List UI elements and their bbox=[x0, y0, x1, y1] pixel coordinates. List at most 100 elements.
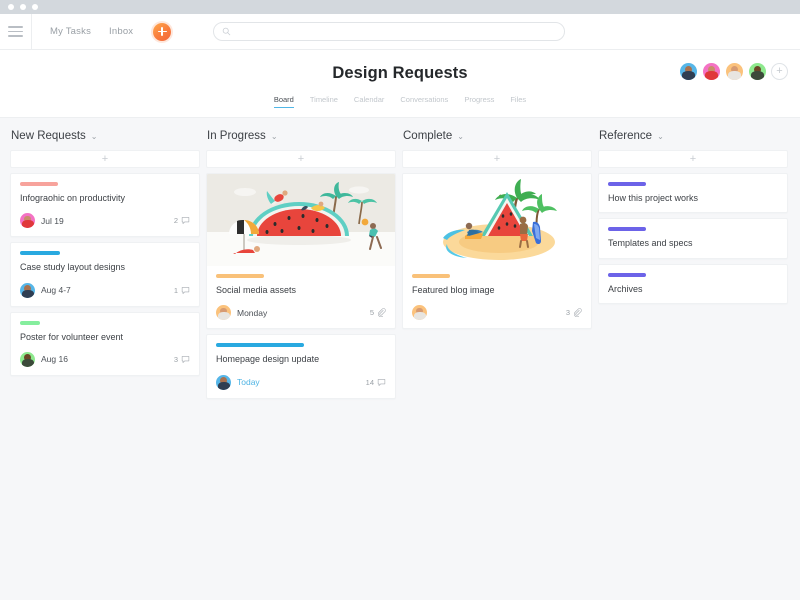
avatar[interactable] bbox=[748, 62, 767, 81]
comment-icon bbox=[181, 355, 190, 363]
tab-timeline[interactable]: Timeline bbox=[310, 95, 338, 108]
column-header[interactable]: New Requests ⌄ bbox=[10, 130, 200, 142]
board-column: In Progress ⌄ + Social media assets Monday 5 H… bbox=[206, 130, 396, 404]
avatar[interactable] bbox=[679, 62, 698, 81]
card-count-value: 5 bbox=[369, 308, 374, 318]
add-card-button[interactable]: + bbox=[206, 150, 396, 168]
nav-link-my-tasks[interactable]: My Tasks bbox=[50, 26, 91, 37]
add-card-button[interactable]: + bbox=[598, 150, 788, 168]
search-box[interactable] bbox=[213, 22, 566, 41]
card-title: Social media assets bbox=[216, 285, 297, 295]
card-count-value: 2 bbox=[173, 216, 178, 226]
card-tag bbox=[216, 343, 304, 348]
card-title: Case study layout designs bbox=[20, 262, 126, 273]
paperclip-icon bbox=[574, 308, 582, 318]
card-tag bbox=[608, 272, 646, 277]
avatar[interactable] bbox=[725, 62, 744, 81]
column-title: New Requests bbox=[11, 130, 86, 142]
member-avatars: + bbox=[679, 62, 788, 81]
card-illustration bbox=[207, 174, 395, 266]
task-card[interactable]: Infograohic on productivity Jul 19 2 bbox=[10, 173, 200, 238]
search-input[interactable] bbox=[231, 26, 557, 37]
tab-conversations[interactable]: Conversations bbox=[400, 95, 448, 108]
chevron-down-icon[interactable]: ⌄ bbox=[457, 132, 464, 141]
card-tag bbox=[608, 182, 646, 186]
card-due-date: Aug 16 bbox=[41, 354, 68, 365]
card-title: Infograohic on productivity bbox=[20, 193, 126, 203]
card-meta: Aug 4-7 1 bbox=[20, 282, 190, 298]
card-title: Featured blog image bbox=[412, 285, 495, 295]
card-count: 5 bbox=[369, 308, 386, 318]
comment-icon bbox=[377, 378, 386, 386]
task-card[interactable]: Poster for volunteer event Aug 16 3 bbox=[10, 311, 200, 376]
tab-progress[interactable]: Progress bbox=[464, 95, 494, 108]
tab-calendar[interactable]: Calendar bbox=[354, 95, 384, 108]
card-title: Homepage design update bbox=[216, 354, 320, 365]
kanban-board: New Requests ⌄ + Infograohic on productivit… bbox=[0, 118, 800, 404]
card-count-value: 3 bbox=[173, 354, 178, 364]
hamburger-icon bbox=[8, 26, 23, 37]
add-member-button[interactable]: + bbox=[771, 63, 788, 80]
card-tag bbox=[20, 320, 40, 325]
card-tag bbox=[216, 274, 264, 278]
card-meta: Monday 5 bbox=[216, 305, 386, 321]
window-close-dot[interactable] bbox=[8, 4, 14, 10]
avatar[interactable] bbox=[216, 305, 231, 321]
window-minimize-dot[interactable] bbox=[20, 4, 26, 10]
top-navigation-bar: My Tasks Inbox bbox=[0, 13, 800, 50]
nav-link-inbox[interactable]: Inbox bbox=[109, 26, 133, 37]
column-header[interactable]: Reference ⌄ bbox=[598, 130, 788, 142]
card-meta: Aug 16 3 bbox=[20, 351, 190, 367]
chevron-down-icon[interactable]: ⌄ bbox=[271, 132, 278, 141]
card-tag bbox=[20, 182, 58, 186]
avatar[interactable] bbox=[20, 213, 35, 229]
chevron-down-icon[interactable]: ⌄ bbox=[91, 132, 98, 141]
card-meta: Jul 19 2 bbox=[20, 213, 190, 229]
task-card[interactable]: Featured blog image 3 bbox=[402, 173, 592, 330]
column-header[interactable]: In Progress ⌄ bbox=[206, 130, 396, 142]
paperclip-icon bbox=[378, 308, 386, 318]
card-tag bbox=[412, 274, 450, 278]
add-card-button[interactable]: + bbox=[402, 150, 592, 168]
comment-icon bbox=[181, 286, 190, 294]
task-card[interactable]: How this project works bbox=[598, 173, 788, 214]
window-maximize-dot[interactable] bbox=[32, 4, 38, 10]
card-count-value: 14 bbox=[365, 377, 374, 387]
chevron-down-icon[interactable]: ⌄ bbox=[657, 132, 664, 141]
card-title: How this project works bbox=[608, 193, 699, 203]
watermelon-beach-illustration bbox=[207, 174, 395, 266]
card-title: Archives bbox=[608, 283, 643, 294]
card-due-date: Aug 4-7 bbox=[41, 285, 71, 295]
card-illustration bbox=[403, 174, 591, 266]
card-count: 14 bbox=[366, 378, 386, 387]
tab-board[interactable]: Board bbox=[273, 95, 294, 108]
island-watermelon-illustration bbox=[403, 174, 591, 266]
task-card[interactable]: Case study layout designs Aug 4-7 1 bbox=[10, 242, 200, 307]
tab-files[interactable]: Files bbox=[510, 95, 526, 108]
board-column: Reference ⌄ + How this project works Templat… bbox=[598, 130, 788, 309]
board-column: New Requests ⌄ + Infograohic on productivit… bbox=[10, 130, 200, 381]
column-title: Reference bbox=[599, 130, 653, 142]
task-card[interactable]: Templates and specs bbox=[598, 218, 788, 259]
avatar[interactable] bbox=[412, 305, 427, 321]
project-header: Design Requests Board Timeline Calendar … bbox=[0, 50, 800, 118]
column-title: In Progress bbox=[207, 130, 266, 142]
quick-add-button[interactable] bbox=[153, 22, 172, 41]
task-card[interactable]: Social media assets Monday 5 bbox=[206, 173, 396, 330]
card-meta: 3 bbox=[412, 305, 582, 321]
card-count: 2 bbox=[174, 216, 190, 225]
card-title: Templates and specs bbox=[608, 238, 693, 249]
task-card[interactable]: Homepage design update Today 14 bbox=[206, 334, 396, 399]
card-due-date: Today bbox=[237, 377, 260, 387]
hamburger-menu-button[interactable] bbox=[0, 13, 32, 50]
avatar[interactable] bbox=[20, 351, 35, 367]
avatar[interactable] bbox=[20, 282, 35, 298]
avatar[interactable] bbox=[216, 374, 231, 390]
task-card[interactable]: Archives bbox=[598, 263, 788, 304]
card-count-value: 3 bbox=[565, 308, 570, 318]
avatar[interactable] bbox=[702, 62, 721, 81]
comment-icon bbox=[181, 217, 190, 225]
card-count: 3 bbox=[565, 308, 582, 318]
column-header[interactable]: Complete ⌄ bbox=[402, 130, 592, 142]
add-card-button[interactable]: + bbox=[10, 150, 200, 168]
